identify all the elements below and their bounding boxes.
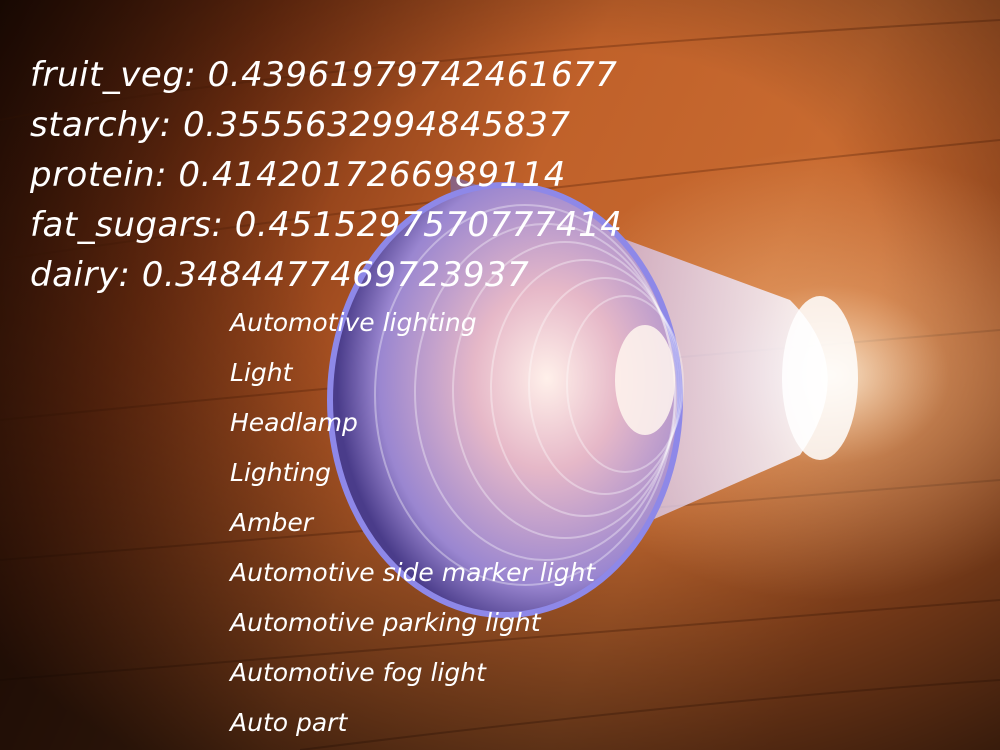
label-item: Automotive parking light (230, 608, 541, 637)
label-item: Automotive lighting (230, 308, 477, 337)
score-name: protein (30, 155, 156, 195)
score-name: fruit_veg (30, 55, 185, 95)
score-name: fat_sugars (30, 205, 212, 245)
score-value: 0.4142017266989114 (178, 155, 566, 195)
score-starchy: starchy: 0.3555632994845837 (30, 105, 571, 145)
label-item: Automotive side marker light (230, 558, 596, 587)
label-item: Amber (230, 508, 313, 537)
score-value: 0.3555632994845837 (183, 105, 571, 145)
score-name: starchy (30, 105, 160, 145)
score-protein: protein: 0.4142017266989114 (30, 155, 566, 195)
score-value: 0.43961979742461677 (207, 55, 618, 95)
label-item: Lighting (230, 458, 332, 487)
label-item: Auto part (230, 708, 348, 737)
label-item: Automotive fog light (230, 658, 486, 687)
score-dairy: dairy: 0.3484477469723937 (30, 255, 530, 295)
detected-labels: Automotive lighting Light Headlamp Light… (230, 298, 595, 748)
score-fruit-veg: fruit_veg: 0.43961979742461677 (30, 55, 618, 95)
label-item: Light (230, 358, 293, 387)
label-item: Headlamp (230, 408, 358, 437)
annotation-overlay: fruit_veg: 0.43961979742461677 starchy: … (0, 0, 1000, 750)
score-name: dairy (30, 255, 119, 295)
score-value: 0.3484477469723937 (141, 255, 530, 295)
score-value: 0.4515297570777414 (234, 205, 623, 245)
nutrition-scores: fruit_veg: 0.43961979742461677 starchy: … (30, 50, 622, 300)
score-fat-sugars: fat_sugars: 0.4515297570777414 (30, 205, 623, 245)
